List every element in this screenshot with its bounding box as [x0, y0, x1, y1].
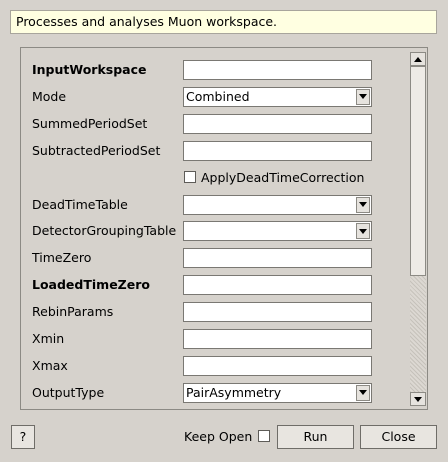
summed-period-set-input[interactable]: [183, 113, 372, 134]
property-row-rebin-params: RebinParams: [21, 300, 411, 324]
output-type-selected-value: PairAsymmetry: [186, 384, 282, 400]
property-row-xmin: Xmin: [21, 327, 411, 351]
detector-grouping-table-dropdown[interactable]: [183, 221, 372, 242]
keep-open-label: Keep Open: [184, 429, 253, 444]
subtracted-period-set-label: SubtractedPeriodSet: [32, 142, 161, 158]
xmax-input[interactable]: [183, 355, 372, 376]
chevron-down-icon[interactable]: [356, 196, 370, 213]
vertical-scrollbar[interactable]: [410, 52, 426, 406]
chevron-down-icon[interactable]: [356, 223, 370, 240]
property-row-output-type: OutputType PairAsymmetry: [21, 381, 411, 405]
mode-dropdown[interactable]: Combined: [183, 86, 372, 107]
mode-selected-value: Combined: [186, 88, 250, 104]
keep-open-checkbox[interactable]: [258, 430, 270, 442]
loaded-time-zero-input[interactable]: [183, 275, 372, 296]
property-row-dead-time-table: DeadTimeTable: [21, 193, 411, 217]
output-type-label: OutputType: [32, 384, 105, 400]
property-row-detector-grouping-table: DetectorGroupingTable: [21, 219, 411, 243]
property-row-xmax: Xmax: [21, 354, 411, 378]
dead-time-table-dropdown[interactable]: [183, 194, 372, 215]
time-zero-label: TimeZero: [32, 250, 92, 266]
property-row-summed-period-set: SummedPeriodSet: [21, 112, 411, 136]
input-workspace-input[interactable]: [183, 60, 372, 80]
xmin-label: Xmin: [32, 331, 65, 346]
scroll-down-icon: [414, 396, 422, 402]
close-button[interactable]: Close: [360, 425, 437, 449]
scroll-up-icon: [414, 56, 422, 62]
run-button[interactable]: Run: [277, 425, 354, 449]
output-type-dropdown[interactable]: PairAsymmetry: [183, 382, 372, 403]
mode-label: Mode: [32, 88, 67, 104]
detector-grouping-table-label: DetectorGroupingTable: [32, 223, 177, 239]
property-row-input-workspace: InputWorkspace: [21, 58, 411, 82]
summed-period-set-label: SummedPeriodSet: [32, 115, 148, 131]
time-zero-input[interactable]: [183, 248, 372, 269]
chevron-down-icon[interactable]: [356, 384, 370, 401]
apply-dead-time-correction-label: ApplyDeadTimeCorrection: [201, 169, 365, 185]
property-row-subtracted-period-set: SubtractedPeriodSet: [21, 139, 411, 163]
scroll-down-button[interactable]: [410, 392, 426, 406]
property-row-time-zero: TimeZero: [21, 246, 411, 270]
input-workspace-label: InputWorkspace: [32, 62, 147, 77]
scroll-thumb[interactable]: [410, 66, 426, 276]
rebin-params-label: RebinParams: [32, 304, 114, 320]
chevron-down-icon[interactable]: [356, 88, 370, 105]
dead-time-table-label: DeadTimeTable: [32, 196, 128, 212]
property-row-apply-dead-time-correction: ApplyDeadTimeCorrection: [21, 166, 411, 190]
property-row-loaded-time-zero: LoadedTimeZero: [21, 273, 411, 297]
scroll-trough[interactable]: [410, 66, 426, 392]
property-row-mode: Mode Combined: [21, 85, 411, 109]
help-button[interactable]: ?: [11, 425, 35, 449]
subtracted-period-set-input[interactable]: [183, 140, 372, 161]
xmin-input[interactable]: [183, 329, 372, 349]
rebin-params-input[interactable]: [183, 302, 372, 323]
scroll-up-button[interactable]: [410, 52, 426, 66]
loaded-time-zero-label: LoadedTimeZero: [32, 277, 150, 293]
apply-dead-time-correction-checkbox[interactable]: [184, 170, 196, 183]
properties-panel: InputWorkspace Mode Combined SummedPeriodSe…: [20, 47, 428, 410]
algorithm-description: Processes and analyses Muon workspace.: [10, 10, 437, 34]
xmax-label: Xmax: [32, 357, 68, 373]
